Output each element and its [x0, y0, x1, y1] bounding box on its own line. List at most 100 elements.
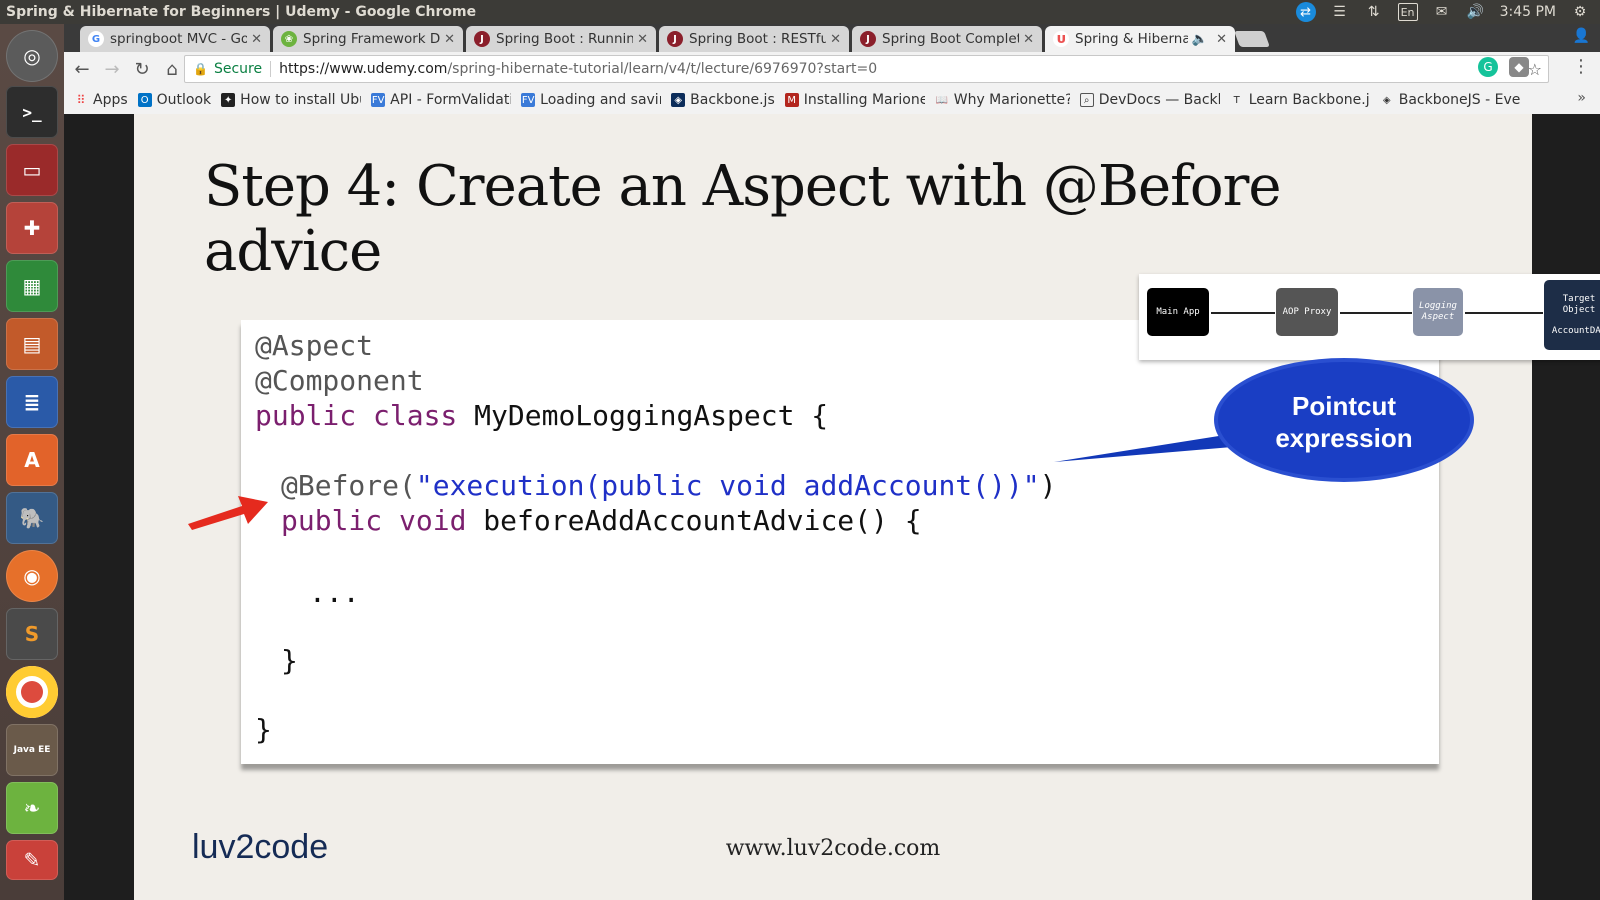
writer-icon[interactable]: ≣: [6, 376, 58, 428]
bookmark-star-icon[interactable]: ☆: [1528, 60, 1542, 79]
tab-label: Spring Boot Complet: [882, 31, 1020, 47]
code-line-method-decl: public void beforeAddAccountAdvice() {: [281, 503, 922, 538]
secure-label: Secure: [214, 61, 272, 77]
bookmark-icon: ✦: [221, 93, 236, 107]
chrome-menu-icon[interactable]: ⋮: [1572, 56, 1590, 77]
firefox-icon[interactable]: ◉: [6, 550, 58, 602]
url-host: https://www.udemy.com: [279, 61, 448, 77]
bookmark-learn-backbone[interactable]: T Learn Backbone.js: [1230, 92, 1370, 108]
presentation-icon[interactable]: ▤: [6, 318, 58, 370]
book-icon: 📖: [935, 94, 948, 106]
home-icon[interactable]: ⌂: [158, 55, 186, 83]
fv-icon: FV: [371, 93, 386, 107]
reload-icon[interactable]: ↻: [128, 55, 156, 83]
bookmark-devdocs[interactable]: ⌕ DevDocs — Backb: [1079, 92, 1220, 108]
chrome-icon[interactable]: [6, 666, 58, 718]
devdocs-icon: ⌕: [1079, 93, 1094, 107]
diagram-connector: [1465, 312, 1543, 314]
bookmark-label: Why Marionette?: [953, 92, 1070, 108]
forward-arrow-icon[interactable]: →: [98, 55, 126, 83]
bookmark-installing-marionette[interactable]: M Installing Marione: [784, 92, 925, 108]
mail-icon[interactable]: ✉: [1432, 3, 1452, 21]
new-tab-button[interactable]: [1234, 31, 1270, 47]
list-icon[interactable]: ☰: [1330, 3, 1350, 21]
bookmark-why-marionette[interactable]: 📖 Why Marionette?: [935, 92, 1070, 108]
footer-url: www.luv2code.com: [725, 836, 941, 861]
clock[interactable]: 3:45 PM: [1500, 4, 1556, 20]
back-arrow-icon[interactable]: ←: [68, 55, 96, 83]
browser-chrome: G springboot MVC - Go ✕ ❀ Spring Framewo…: [64, 24, 1600, 114]
bookmark-loading-saving[interactable]: FV Loading and saving: [521, 92, 661, 108]
bookmark-backbone[interactable]: ◈ Backbone.js: [671, 92, 775, 108]
browser-toolbar: ← → ↻ ⌂ 🔒 Secure https://www.udemy.com/s…: [64, 52, 1600, 86]
user-profile-icon[interactable]: 👤: [1573, 28, 1590, 44]
bookmark-label: Outlook: [156, 92, 212, 108]
fv-icon: FV: [521, 93, 536, 107]
tab-spring-framework[interactable]: ❀ Spring Framework D ✕: [273, 26, 463, 52]
close-tab-icon[interactable]: ✕: [251, 32, 262, 47]
slide-title: Step 4: Create an Aspect with @Before ad…: [204, 154, 1282, 284]
system-settings-icon[interactable]: ✚: [6, 202, 58, 254]
text-icon: T: [1233, 94, 1240, 106]
close-tab-icon[interactable]: ✕: [1216, 32, 1227, 47]
close-tab-icon[interactable]: ✕: [637, 32, 648, 47]
spreadsheet-icon[interactable]: ▦: [6, 260, 58, 312]
bookmark-install-ubuntu[interactable]: ✦ How to install Ubu: [221, 92, 361, 108]
close-tab-icon[interactable]: ✕: [444, 32, 455, 47]
code-line-class-decl: public class MyDemoLoggingAspect {: [255, 398, 828, 433]
tab-spring-boot-running[interactable]: J Spring Boot : Running ✕: [466, 26, 656, 52]
javabrains-icon: J: [474, 31, 490, 47]
bookmark-label: Apps: [93, 92, 128, 108]
sublime-text-icon[interactable]: S: [6, 608, 58, 660]
bookmark-backbonejs-ever[interactable]: ◈ BackboneJS - Ever: [1380, 92, 1520, 108]
teamviewer-icon[interactable]: ⇄: [1295, 2, 1316, 22]
bookmark-label: Backbone.js: [690, 92, 775, 108]
file-manager-icon[interactable]: ▭: [6, 144, 58, 196]
tab-spring-boot-restful[interactable]: J Spring Boot : RESTful ✕: [659, 26, 849, 52]
diagram-connector: [1211, 312, 1275, 314]
postgresql-icon[interactable]: 🐘: [6, 492, 58, 544]
dash-home-icon[interactable]: ◎: [6, 30, 58, 82]
close-tab-icon[interactable]: ✕: [1023, 32, 1034, 47]
lecture-slide: Step 4: Create an Aspect with @Before ad…: [134, 114, 1600, 900]
close-tab-icon[interactable]: ✕: [830, 32, 841, 47]
aop-diagram: Main App AOP Proxy Logging Aspect Target…: [1139, 274, 1600, 360]
bookmark-label: Loading and saving: [540, 92, 661, 108]
google-icon: G: [88, 31, 104, 47]
spring-tool-suite-icon[interactable]: ❧: [6, 782, 58, 834]
lock-icon: 🔒: [193, 62, 208, 76]
tab-spring-hibernate[interactable]: ᴜ Spring & Hibernat 🔈 ✕: [1045, 26, 1235, 52]
video-player[interactable]: Step 4: Create an Aspect with @Before ad…: [64, 114, 1600, 900]
shield-extension-icon[interactable]: ◆: [1509, 57, 1529, 77]
backbone-icon: ◈: [671, 93, 686, 107]
tab-label: Spring Boot : Running: [496, 31, 634, 47]
text-editor-icon[interactable]: ✎: [6, 840, 58, 880]
audio-playing-icon[interactable]: 🔈: [1192, 32, 1208, 47]
tab-label: Spring Boot : RESTful: [689, 31, 827, 47]
tab-label: Spring Framework D: [303, 31, 441, 47]
system-tray: ⇄ ☰ ⇅ En ✉ 🔊 3:45 PM ⚙: [1295, 2, 1600, 22]
bookmark-outlook[interactable]: O Outlook: [137, 92, 212, 108]
diagram-main-app: Main App: [1147, 288, 1209, 336]
more-bookmarks-icon[interactable]: »: [1577, 90, 1586, 106]
diagram-target-label: Target Object: [1562, 293, 1596, 315]
network-icon[interactable]: ⇅: [1364, 3, 1384, 21]
grammarly-icon[interactable]: G: [1478, 57, 1498, 77]
callout-line-2: expression: [1275, 423, 1413, 453]
bookmark-apps[interactable]: ⠿ Apps: [74, 92, 128, 108]
keyboard-language-indicator[interactable]: En: [1397, 3, 1418, 21]
code-line-method-close: }: [281, 644, 298, 677]
tab-spring-boot-complete[interactable]: J Spring Boot Complet ✕: [852, 26, 1042, 52]
bookmark-label: How to install Ubu: [240, 92, 362, 108]
address-bar[interactable]: 🔒 Secure https://www.udemy.com/spring-hi…: [184, 55, 1549, 83]
settings-gear-icon[interactable]: ⚙: [1570, 3, 1590, 21]
eclipse-javaee-icon[interactable]: Java EE: [6, 724, 58, 776]
tab-springboot-mvc[interactable]: G springboot MVC - Go ✕: [80, 26, 270, 52]
terminal-icon[interactable]: >_: [6, 86, 58, 138]
bookmark-formvalidation-api[interactable]: FV API - FormValidati: [371, 92, 511, 108]
volume-icon[interactable]: 🔊: [1466, 3, 1486, 21]
unity-launcher: ◎ >_ ▭ ✚ ▦ ▤ ≣ A 🐘 ◉ S Java EE ❧ ✎: [0, 24, 64, 900]
tab-label: springboot MVC - Go: [110, 31, 248, 47]
code-line-class-close: }: [255, 713, 272, 746]
software-center-icon[interactable]: A: [6, 434, 58, 486]
